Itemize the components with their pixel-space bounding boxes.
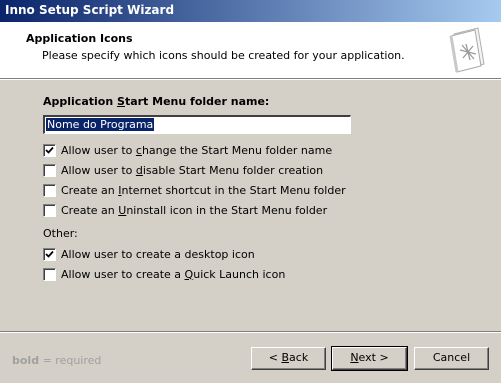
option-uninstall-icon[interactable]: Create an Uninstall icon in the Start Me… bbox=[43, 202, 327, 218]
option-label: Allow user to change the Start Menu fold… bbox=[61, 143, 333, 157]
checkbox[interactable] bbox=[43, 143, 56, 157]
checkbox[interactable] bbox=[43, 247, 56, 261]
folder-name-label: Application Start Menu folder name: bbox=[43, 95, 270, 108]
wizard-header: Application Icons Please specify which i… bbox=[0, 22, 501, 79]
option-label: Allow user to create a desktop icon bbox=[61, 247, 255, 261]
window-title: Inno Setup Script Wizard bbox=[0, 0, 501, 22]
page-subtitle: Please specify which icons should be cre… bbox=[42, 49, 405, 62]
footer-divider-highlight bbox=[0, 332, 501, 333]
checkbox[interactable] bbox=[43, 267, 56, 281]
folder-name-input[interactable]: Nome do Programa bbox=[43, 115, 351, 134]
option-disable-folder[interactable]: Allow user to disable Start Menu folder … bbox=[43, 162, 323, 178]
option-label: Allow user to create a Quick Launch icon bbox=[61, 267, 286, 281]
cancel-button[interactable]: Cancel bbox=[414, 347, 489, 370]
checkbox[interactable] bbox=[43, 163, 56, 177]
option-change-folder[interactable]: Allow user to change the Start Menu fold… bbox=[43, 142, 332, 158]
option-quick-launch[interactable]: Allow user to create a Quick Launch icon bbox=[43, 266, 285, 282]
checkbox[interactable] bbox=[43, 183, 56, 197]
back-button[interactable]: < Back bbox=[251, 347, 326, 370]
checkbox[interactable] bbox=[43, 203, 56, 217]
option-label: Create an Internet shortcut in the Start… bbox=[61, 183, 346, 197]
header-divider bbox=[0, 79, 501, 80]
other-section-label: Other: bbox=[43, 227, 78, 240]
wizard-book-icon bbox=[449, 27, 485, 73]
page-title: Application Icons bbox=[26, 32, 133, 45]
option-label: Allow user to disable Start Menu folder … bbox=[61, 163, 324, 177]
option-desktop-icon[interactable]: Allow user to create a desktop icon bbox=[43, 246, 255, 262]
next-button[interactable]: Next > bbox=[331, 346, 408, 371]
required-legend: bold = required bbox=[12, 354, 102, 367]
option-label: Create an Uninstall icon in the Start Me… bbox=[61, 203, 328, 217]
option-internet-shortcut[interactable]: Create an Internet shortcut in the Start… bbox=[43, 182, 346, 198]
folder-name-value: Nome do Programa bbox=[46, 118, 155, 131]
